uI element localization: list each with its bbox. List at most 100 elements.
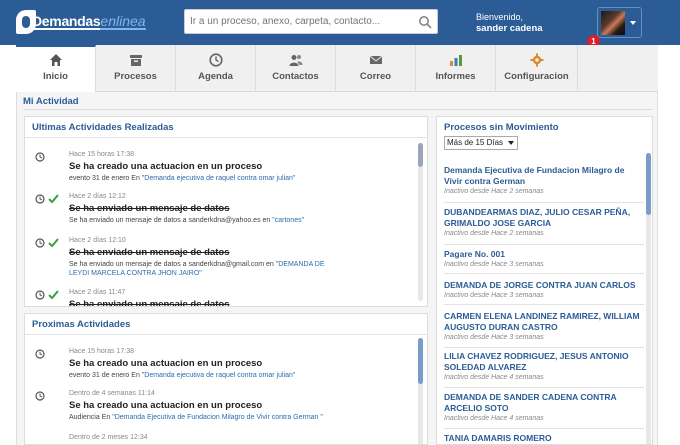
contacts-icon: [289, 55, 302, 66]
scrollbar-thumb[interactable]: [418, 143, 423, 167]
activity-title: Se ha creado una actuacion en un proceso: [69, 358, 263, 369]
check-icon: [48, 290, 59, 300]
process-name[interactable]: DEMANDA DE SANDER CADENA CONTRA ARCELIO …: [444, 392, 644, 414]
activity-text: evento 31 de enero En: [69, 175, 142, 182]
process-inactive: Inactivo desde Hace 3 semanas: [444, 292, 544, 299]
tab-configuracion[interactable]: Configuracion: [496, 45, 578, 92]
search-icon[interactable]: [418, 15, 432, 29]
logo-text-secondary: enlinea: [100, 13, 146, 30]
clock-icon: [35, 391, 45, 401]
activity-link[interactable]: "Demanda ejecutiva de raquel contra omar…: [142, 372, 296, 379]
tab-inicio[interactable]: Inicio: [16, 45, 96, 92]
process-item[interactable]: DEMANDA DE SANDER CADENA CONTRA ARCELIO …: [444, 392, 644, 429]
process-name[interactable]: TANIA DAMARIS ROMERO: [444, 433, 644, 444]
panel-heading: Ultimas Actividades Realizadas: [32, 122, 174, 133]
logo-mark-icon: [16, 10, 36, 34]
clock-icon: [35, 152, 45, 162]
tab-agenda[interactable]: Agenda: [176, 45, 256, 92]
process-inactive: Inactivo desde Hace 3 semanas: [444, 261, 544, 268]
activity-title: Se ha enviado un mensaje de datos: [69, 203, 230, 214]
search-box: [184, 9, 438, 34]
process-inactive: Inactivo desde Hace 3 semanas: [444, 334, 544, 341]
process-name[interactable]: LILIA CHAVEZ RODRIGUEZ, JESUS ANTONIO SO…: [444, 351, 644, 373]
tab-label: Inicio: [43, 71, 68, 82]
search-input[interactable]: [185, 10, 415, 33]
panel-heading: Procesos sin Movimiento: [444, 122, 559, 133]
app-logo[interactable]: Demandas enlinea: [16, 10, 146, 34]
activity-time: Dentro de 2 meses 12:34: [69, 434, 148, 441]
check-icon: [48, 194, 59, 204]
tab-label: Correo: [359, 71, 392, 82]
tab-label: Procesos: [114, 71, 157, 82]
process-name[interactable]: Pagare No. 001: [444, 249, 644, 260]
main-nav: Inicio Procesos Agenda Contactos Correo …: [16, 45, 658, 92]
tab-label: Informes: [435, 71, 476, 82]
user-menu-button[interactable]: [597, 7, 642, 38]
archive-icon: [129, 55, 142, 66]
activity-description: Se ha enviado un mensaje de datos a sand…: [69, 260, 329, 278]
process-item[interactable]: Pagare No. 001 Inactivo desde Hace 3 sem…: [444, 249, 644, 274]
activity-title: Se ha enviado un mensaje de datos: [69, 247, 230, 258]
activity-link[interactable]: "Demanda ejecutiva de raquel contra omar…: [142, 175, 296, 182]
chevron-down-icon: [630, 21, 636, 25]
activity-time: Hace 15 horas 17:38: [69, 151, 134, 158]
activity-description: evento 31 de enero En "Demanda ejecutiva…: [69, 174, 329, 183]
activity-text: Audiencia En: [69, 414, 113, 421]
tab-contactos[interactable]: Contactos: [256, 45, 336, 92]
divider: [25, 137, 427, 138]
top-bar: Demandas enlinea Bienvenido, sander cade…: [0, 0, 680, 45]
process-item[interactable]: DEMANDA DE JORGE CONTRA JUAN CARLOS Inac…: [444, 280, 644, 305]
gear-icon: [530, 53, 543, 67]
process-item[interactable]: Demanda Ejecutiva de Fundacion Milagro d…: [444, 165, 644, 203]
clock-icon: [35, 349, 45, 359]
activity-description: Se ha enviado un mensaje de datos a sand…: [69, 216, 329, 225]
days-filter-select[interactable]: Más de 15 Días: [444, 136, 518, 150]
process-item[interactable]: DUBANDEARMAS DIAZ, JULIO CESAR PEÑA, GRI…: [444, 207, 644, 245]
scrollbar[interactable]: [418, 338, 423, 444]
clock-icon: [35, 290, 45, 300]
activity-title: Se ha creado una actuacion en un proceso: [69, 400, 263, 411]
home-icon: [49, 54, 62, 66]
activity-time: Hace 2 días 11:47: [69, 289, 126, 296]
activity-time: Hace 2 días 12:12: [69, 193, 126, 200]
activity-link[interactable]: "cartones": [272, 217, 304, 224]
clock-icon: [35, 238, 45, 248]
process-name[interactable]: CARMEN ELENA LANDINEZ RAMIREZ, WILLIAM A…: [444, 311, 644, 333]
clock-icon: [208, 53, 223, 67]
select-value: Más de 15 Días: [447, 138, 504, 147]
process-inactive: Inactivo desde Hace 4 semanas: [444, 415, 544, 422]
tab-label: Contactos: [272, 71, 319, 82]
welcome-block: Bienvenido, sander cadena: [476, 12, 543, 34]
logo-text-primary: Demandas: [32, 13, 101, 30]
welcome-greeting: Bienvenido,: [476, 12, 524, 22]
panel-heading: Proximas Actividades: [32, 319, 131, 330]
tab-label: Agenda: [198, 71, 233, 82]
activity-description: Audiencia En "Demanda Ejecutiva de Funda…: [69, 413, 369, 422]
page-title: Mi Actividad: [23, 96, 79, 107]
activity-text: Se ha enviado un mensaje de datos a sand…: [69, 217, 273, 224]
ultimas-actividades-panel: Ultimas Actividades Realizadas Hace 15 h…: [24, 116, 428, 307]
scrollbar-thumb[interactable]: [418, 338, 423, 384]
activity-text: evento 31 de enero En: [69, 372, 142, 379]
activity-title: Se ha creado una actuacion en un proceso: [69, 161, 263, 172]
scrollbar[interactable]: [418, 143, 423, 301]
process-inactive: Inactivo desde Hace 2 semanas: [444, 188, 544, 195]
tab-procesos[interactable]: Procesos: [96, 45, 176, 92]
divider: [23, 109, 653, 110]
process-item[interactable]: CARMEN ELENA LANDINEZ RAMIREZ, WILLIAM A…: [444, 311, 644, 348]
process-item[interactable]: LILIA CHAVEZ RODRIGUEZ, JESUS ANTONIO SO…: [444, 351, 644, 388]
user-name: sander cadena: [476, 23, 543, 34]
check-icon: [48, 238, 59, 248]
activity-description: evento 31 de enero En "Demanda ejecutiva…: [69, 371, 329, 380]
process-item[interactable]: TANIA DAMARIS ROMERO: [444, 433, 644, 445]
tab-correo[interactable]: Correo: [336, 45, 416, 92]
activity-time: Hace 15 horas 17:38: [69, 348, 134, 355]
process-name[interactable]: DEMANDA DE JORGE CONTRA JUAN CARLOS: [444, 280, 644, 291]
activity-link[interactable]: "Demanda Ejecutiva de Fundacion Milagro …: [112, 414, 323, 421]
process-name[interactable]: Demanda Ejecutiva de Fundacion Milagro d…: [444, 165, 644, 187]
tab-informes[interactable]: Informes: [416, 45, 496, 92]
process-name[interactable]: DUBANDEARMAS DIAZ, JULIO CESAR PEÑA, GRI…: [444, 207, 644, 229]
scrollbar-thumb[interactable]: [646, 153, 651, 215]
scrollbar[interactable]: [646, 153, 651, 444]
divider: [25, 334, 427, 335]
